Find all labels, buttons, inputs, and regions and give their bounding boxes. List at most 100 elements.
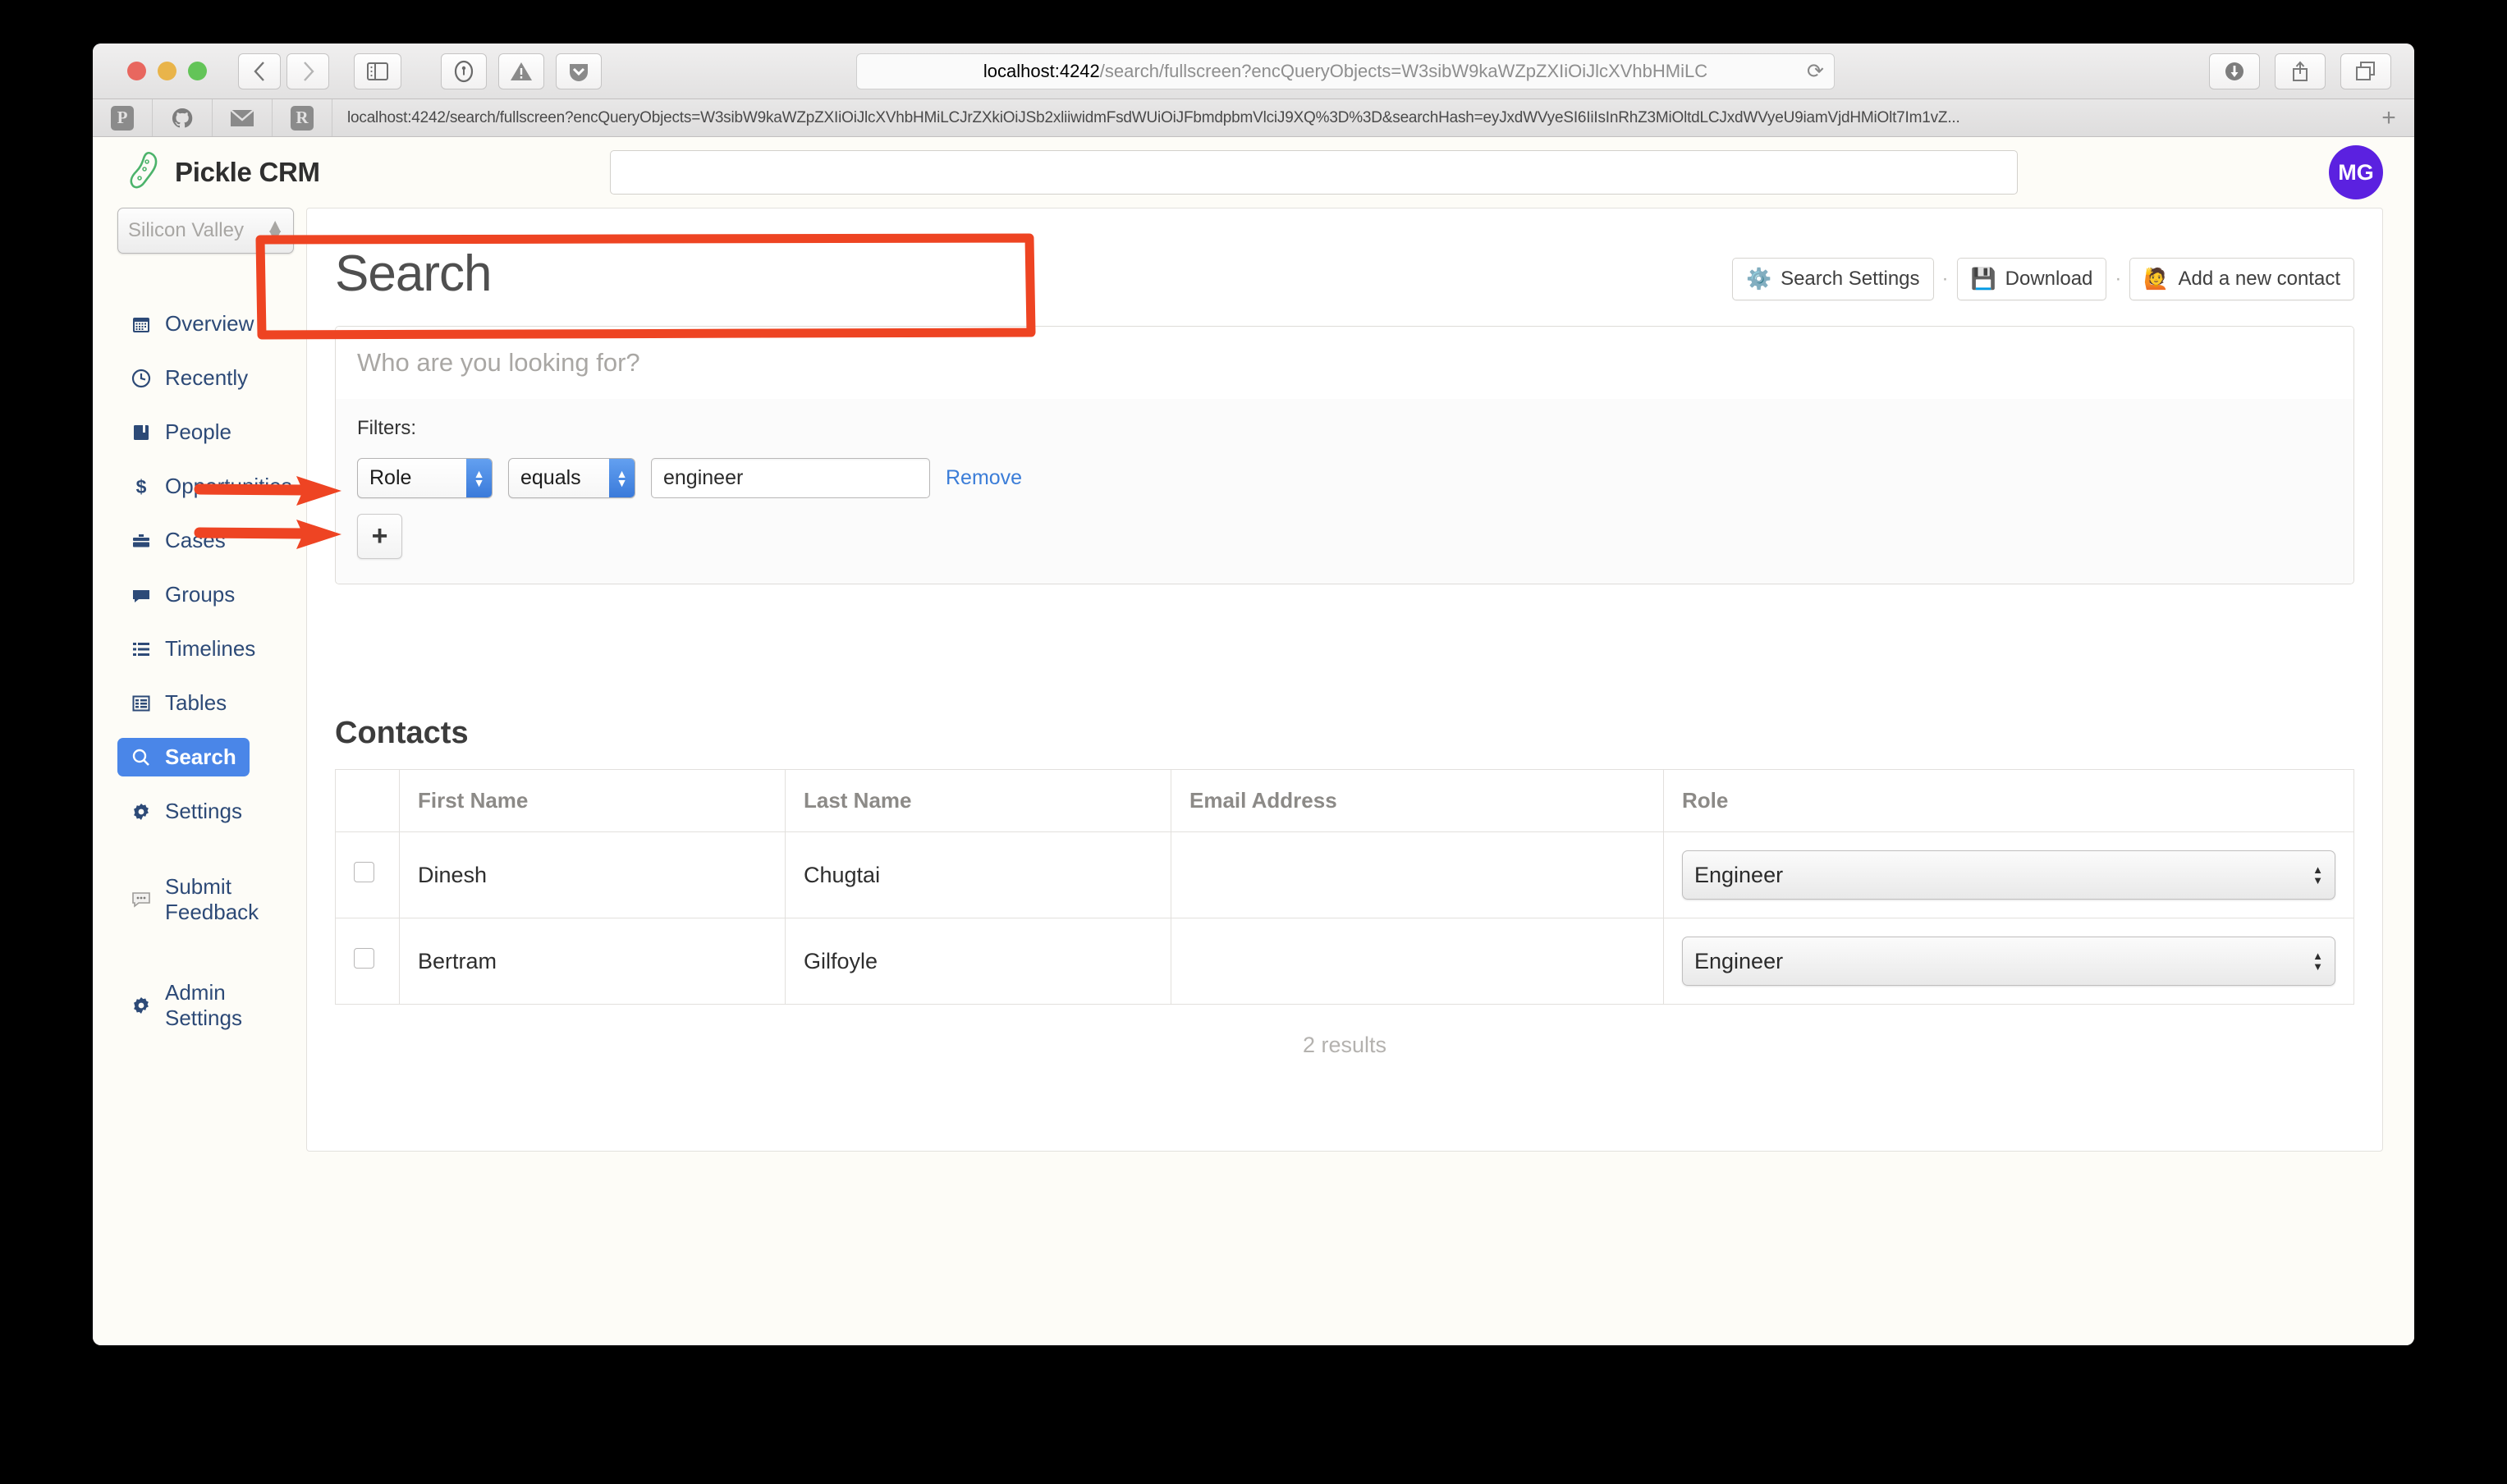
- brand-name: Pickle CRM: [175, 157, 320, 187]
- bookmark-p-icon[interactable]: P: [93, 99, 153, 136]
- sidebar-item-label: Submit Feedback: [165, 874, 259, 924]
- table-row[interactable]: Bertram Gilfoyle Engineer ▲ ▼: [335, 918, 2354, 1005]
- sidebar-item-cases[interactable]: Cases: [117, 521, 239, 560]
- cell-email: [1171, 831, 1664, 918]
- role-select[interactable]: Engineer ▲ ▼: [1682, 850, 2335, 900]
- bookmark-github-icon[interactable]: [153, 99, 213, 136]
- role-select-value: Engineer: [1694, 948, 1784, 973]
- table-header-row: First Name Last Name Email Address Role: [335, 769, 2354, 832]
- filter-value-text: engineer: [663, 466, 744, 489]
- tabs-icon[interactable]: [2340, 53, 2391, 89]
- clock-icon: [131, 369, 152, 388]
- add-contact-button[interactable]: 🙋 Add a new contact: [2129, 258, 2354, 300]
- floppy-disk-icon: 💾: [1970, 267, 1996, 291]
- pocket-icon[interactable]: [556, 53, 602, 89]
- sidebar-item-tables[interactable]: Tables: [117, 684, 240, 722]
- search-placeholder: Who are you looking for?: [357, 348, 640, 377]
- 1password-icon[interactable]: [441, 53, 487, 89]
- role-select[interactable]: Engineer ▲ ▼: [1682, 937, 2335, 986]
- sidebar-item-settings[interactable]: Settings: [117, 792, 255, 831]
- add-filter-button[interactable]: +: [357, 514, 402, 559]
- bookmark-mail-icon[interactable]: [213, 99, 273, 136]
- app-body: Silicon Valley ▲ ▼ Overview Recently Peo…: [93, 208, 2414, 1152]
- filter-field-select[interactable]: Role ▲ ▼: [357, 458, 493, 498]
- sidebar-item-submit-feedback[interactable]: Submit Feedback: [117, 868, 298, 932]
- sidebar-item-overview[interactable]: Overview: [117, 305, 267, 343]
- role-select-value: Engineer: [1694, 862, 1784, 887]
- download-button[interactable]: 💾 Download: [1956, 258, 2107, 300]
- sidebar-nav: Overview Recently People $ Opportunities…: [117, 305, 298, 1053]
- bookmark-r-icon[interactable]: R: [273, 99, 332, 136]
- downloads-icon[interactable]: [2209, 53, 2260, 89]
- table-body: Dinesh Chugtai Engineer ▲ ▼ Bertram Gilf…: [335, 831, 2354, 1005]
- sidebar-item-search[interactable]: Search: [117, 738, 250, 776]
- filter-field-value: Role: [369, 466, 412, 489]
- table-row[interactable]: Dinesh Chugtai Engineer ▲ ▼: [335, 831, 2354, 918]
- address-bar[interactable]: localhost:4242/search/fullscreen?encQuer…: [856, 53, 1835, 89]
- bookmark-icon-group: P R: [93, 99, 332, 136]
- sidebar-item-groups[interactable]: Groups: [117, 575, 248, 614]
- filter-value-input[interactable]: engineer: [651, 458, 930, 498]
- sidebar-item-timelines[interactable]: Timelines: [117, 630, 268, 668]
- organization-select[interactable]: Silicon Valley ▲ ▼: [117, 208, 294, 254]
- column-header-last-name: Last Name: [785, 769, 1171, 832]
- filter-row: Role ▲ ▼ equals ▲ ▼ engineer Remove: [357, 458, 2332, 498]
- share-icon[interactable]: [2275, 53, 2326, 89]
- dollar-icon: $: [131, 476, 152, 497]
- row-checkbox-cell[interactable]: [335, 918, 400, 1005]
- bookmark-url-text: localhost:4242/search/fullscreen?encQuer…: [347, 108, 1960, 126]
- table-header: First Name Last Name Email Address Role: [335, 769, 2354, 832]
- remove-filter-link[interactable]: Remove: [946, 466, 1022, 490]
- url-host: localhost:4242: [983, 60, 1100, 81]
- cell-role[interactable]: Engineer ▲ ▼: [1663, 918, 2354, 1005]
- sidebar-item-opportunities[interactable]: $ Opportunities: [117, 467, 305, 506]
- sidebar-toggle-icon[interactable]: [354, 53, 401, 89]
- maximize-window-button[interactable]: [188, 62, 207, 80]
- action-separator: ·: [2115, 268, 2122, 290]
- browser-window: localhost:4242/search/fullscreen?encQuer…: [93, 44, 2414, 1345]
- cell-role[interactable]: Engineer ▲ ▼: [1663, 831, 2354, 918]
- close-window-button[interactable]: [127, 62, 146, 80]
- search-settings-button[interactable]: ⚙️ Search Settings: [1731, 258, 1934, 300]
- sidebar-item-people[interactable]: People: [117, 413, 245, 451]
- sidebar-item-admin-settings[interactable]: Admin Settings: [117, 973, 298, 1037]
- back-button[interactable]: [238, 53, 281, 89]
- sidebar-item-label: Settings: [165, 799, 242, 823]
- svg-text:$: $: [136, 476, 147, 497]
- page-title: Search: [335, 245, 492, 302]
- filter-operator-value: equals: [520, 466, 581, 489]
- search-settings-label: Search Settings: [1781, 268, 1920, 290]
- row-checkbox[interactable]: [354, 862, 374, 882]
- results-title: Contacts: [335, 716, 469, 750]
- minimize-window-button[interactable]: [158, 62, 176, 80]
- cell-first-name: Bertram: [399, 918, 786, 1005]
- browser-extension-icons: [441, 53, 602, 89]
- forward-button[interactable]: [286, 53, 329, 89]
- sidebar-item-label: Admin Settings: [165, 980, 242, 1030]
- row-checkbox-cell[interactable]: [335, 831, 400, 918]
- contacts-table: First Name Last Name Email Address Role: [335, 769, 2354, 1005]
- download-label: Download: [2005, 268, 2093, 290]
- avatar[interactable]: MG: [2329, 145, 2383, 199]
- filter-operator-select[interactable]: equals ▲ ▼: [508, 458, 635, 498]
- crm-app: Pickle CRM MG Silicon Valley ▲ ▼ Overview: [93, 137, 2414, 1345]
- table-icon: [131, 694, 152, 713]
- sidebar-item-label: Recently: [165, 365, 249, 390]
- results-count: 2 results: [1302, 1033, 1387, 1057]
- row-checkbox[interactable]: [354, 948, 374, 969]
- search-query-input[interactable]: Who are you looking for?: [336, 327, 2353, 399]
- app-header: Pickle CRM MG: [93, 137, 2414, 208]
- global-search-input[interactable]: [610, 150, 2018, 195]
- organization-select-value: Silicon Valley: [128, 219, 244, 241]
- stepper-icon: ▲ ▼: [609, 459, 635, 497]
- brand[interactable]: Pickle CRM: [127, 149, 320, 196]
- cell-first-name: Dinesh: [399, 831, 786, 918]
- reload-icon[interactable]: ⟳: [1807, 59, 1824, 84]
- stepper-icon: ▲ ▼: [265, 214, 285, 247]
- column-header-role: Role: [1663, 769, 2354, 832]
- new-tab-button[interactable]: +: [2363, 99, 2414, 136]
- sidebar-item-recently[interactable]: Recently: [117, 359, 261, 397]
- column-header-first-name: First Name: [399, 769, 786, 832]
- warning-icon[interactable]: [498, 53, 544, 89]
